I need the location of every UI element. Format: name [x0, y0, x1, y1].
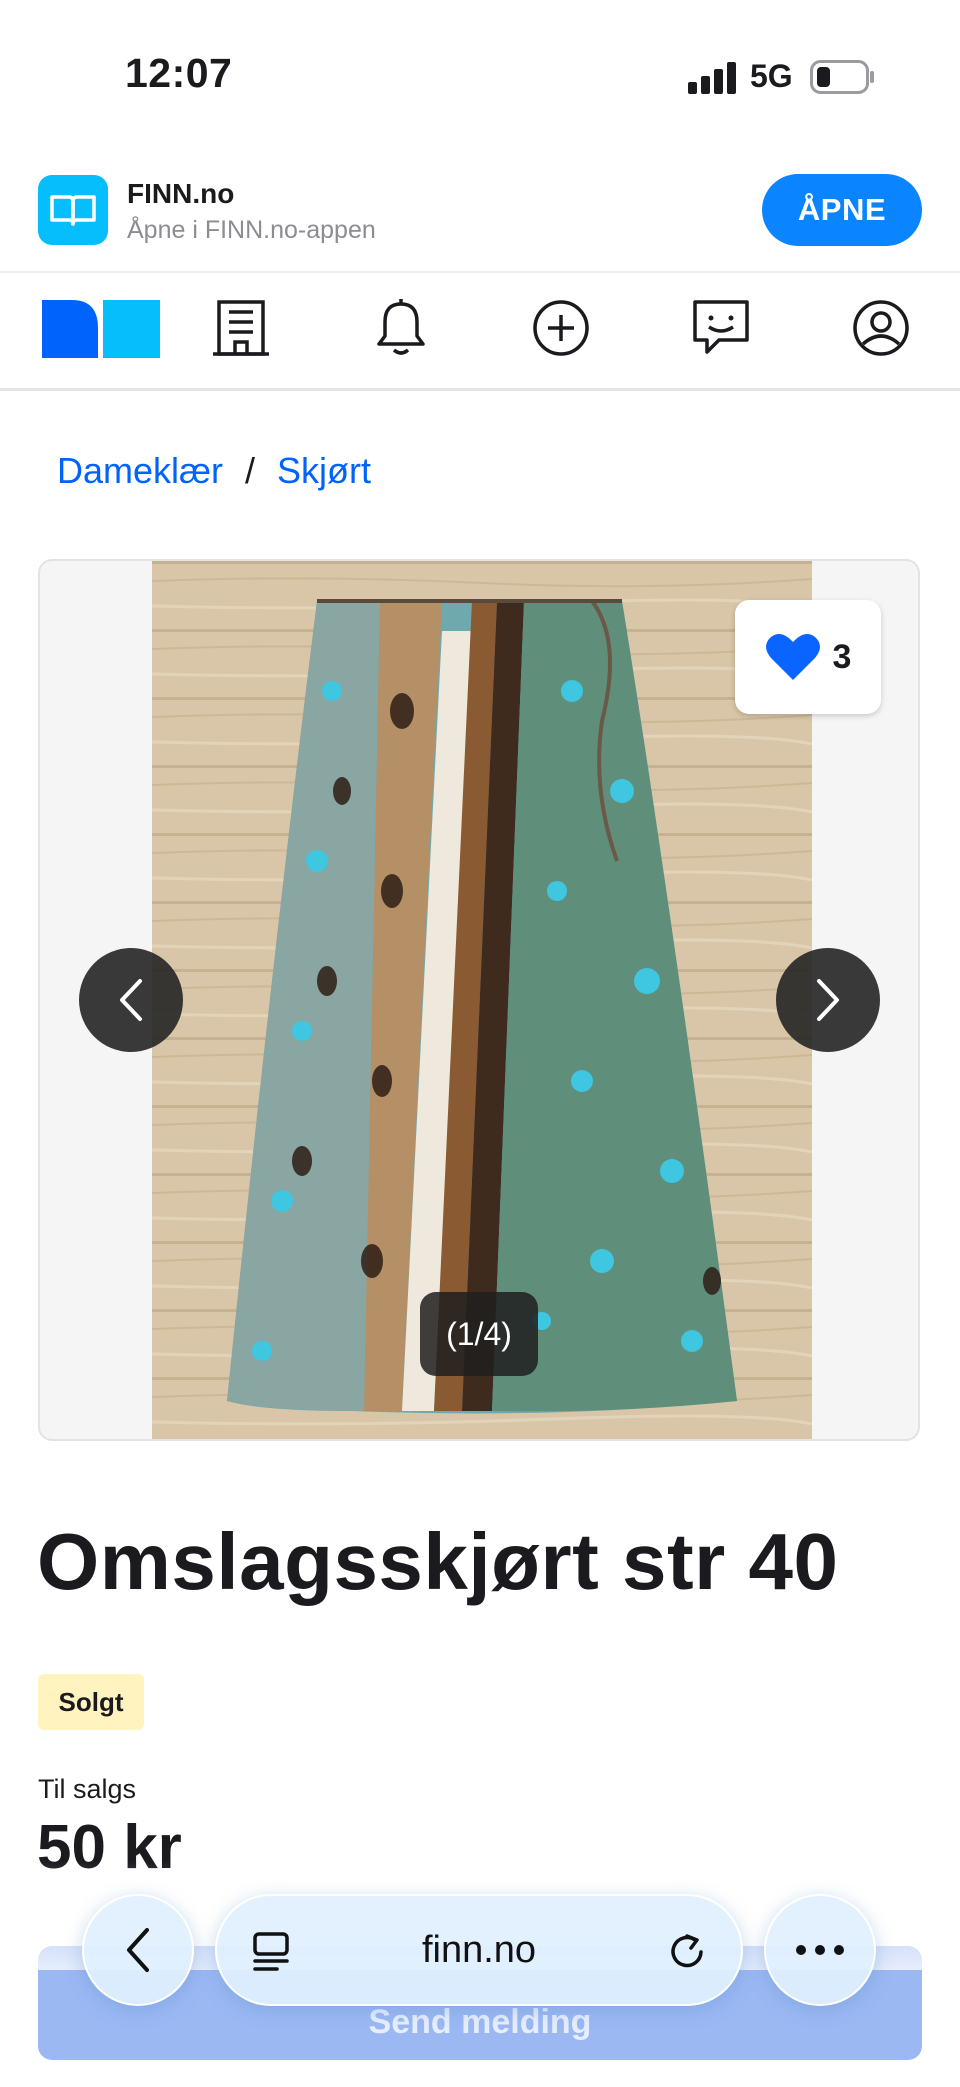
price-label: Til salgs — [38, 1774, 137, 1804]
reload-icon[interactable] — [667, 1932, 707, 1972]
favorites-count: 3 — [832, 637, 852, 676]
status-time: 12:07 — [125, 50, 233, 96]
building-icon[interactable] — [210, 296, 272, 360]
chevron-right-icon — [817, 979, 839, 1021]
add-listing-icon[interactable] — [530, 296, 592, 360]
divider — [0, 388, 960, 391]
image-counter: (1/4) — [420, 1292, 538, 1376]
chevron-left-icon — [127, 1928, 149, 1972]
breadcrumb-separator: / — [245, 450, 256, 491]
chevron-left-icon — [120, 979, 142, 1021]
breadcrumb-link-skjort[interactable]: Skjørt — [277, 450, 371, 492]
app-name: FINN.no — [127, 178, 235, 209]
next-image-button[interactable] — [776, 948, 880, 1052]
signal-icon — [688, 62, 736, 94]
browser-back-button[interactable] — [82, 1894, 194, 2006]
battery-icon — [810, 60, 874, 94]
finn-app-icon[interactable] — [38, 175, 108, 245]
listing-title: Omslagsskjørt str 40 — [37, 1517, 839, 1606]
more-options-button[interactable] — [764, 1894, 876, 2006]
open-app-button[interactable]: ÅPNE — [762, 174, 922, 246]
ellipsis-icon — [796, 1945, 844, 1955]
previous-image-button[interactable] — [79, 948, 183, 1052]
finn-logo[interactable] — [42, 300, 160, 358]
heart-icon — [765, 633, 820, 680]
network-type: 5G — [750, 58, 793, 94]
breadcrumb-link-dameklaer[interactable]: Dameklær — [57, 450, 223, 492]
address-bar[interactable]: finn.no — [215, 1894, 743, 2006]
status-badge: Solgt — [38, 1674, 144, 1730]
favorite-button[interactable]: 3 — [735, 600, 881, 714]
bell-icon[interactable] — [370, 296, 432, 360]
app-subtitle: Åpne i FINN.no-appen — [127, 216, 376, 244]
book-icon — [50, 195, 96, 226]
page-menu-icon[interactable] — [251, 1932, 291, 1972]
url-text: finn.no — [421, 1928, 537, 1971]
profile-icon[interactable] — [850, 296, 912, 360]
breadcrumb: Dameklær / Skjørt — [57, 450, 371, 492]
messages-icon[interactable] — [690, 296, 752, 360]
divider — [0, 271, 960, 273]
